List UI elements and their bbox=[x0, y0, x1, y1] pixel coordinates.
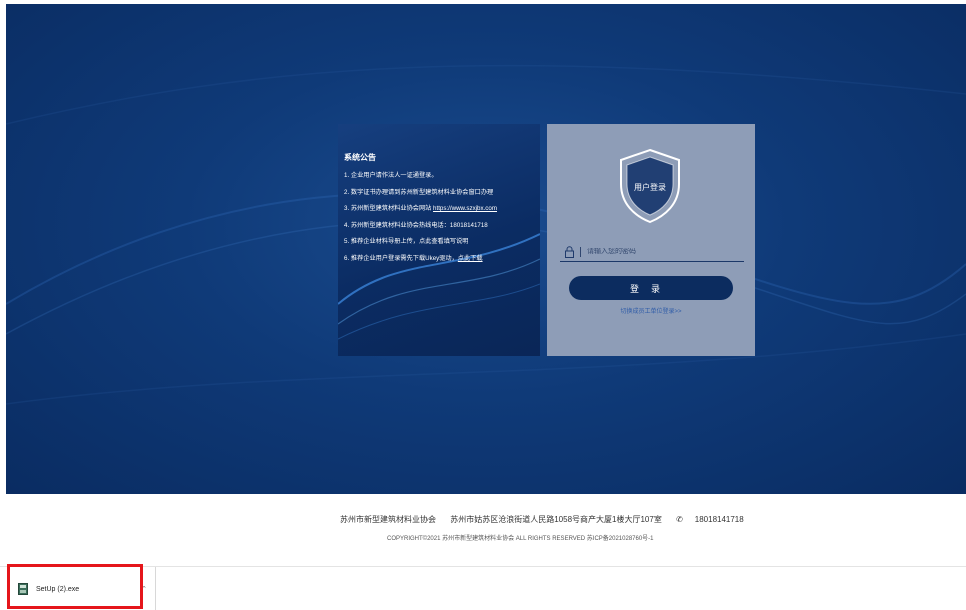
lock-icon bbox=[565, 245, 574, 258]
driver-download-link[interactable]: 点此下载 bbox=[458, 255, 483, 262]
login-title: 用户登录 bbox=[634, 183, 666, 192]
announcement-item: 4. 苏州新型建筑材料业协会热线电话：18018141718 bbox=[344, 221, 488, 229]
password-row bbox=[560, 242, 744, 262]
login-button[interactable]: 登录 bbox=[569, 276, 733, 300]
announcement-panel: 系统公告 1. 企业用户请作法人一证通登录。 2. 数字证书办理请到苏州新型建筑… bbox=[338, 124, 540, 356]
announcement-list: 1. 企业用户请作法人一证通登录。 2. 数字证书办理请到苏州新型建筑材料业协会… bbox=[344, 172, 540, 263]
login-panel: 用户登录 登录 切换成员工单位登录>> bbox=[547, 124, 755, 356]
footer-phone: ✆ 18018141718 bbox=[676, 515, 756, 524]
announcement-title: 系统公告 bbox=[344, 153, 376, 162]
announcement-item: 6. 推荐企业用户登录需先下载Ukey驱动，点此下载 bbox=[344, 255, 540, 263]
website-link[interactable]: https://www.szxjbx.com bbox=[433, 205, 497, 212]
highlight-box bbox=[7, 564, 143, 609]
footer-info: 苏州市新型建筑材料业协会 苏州市姑苏区沧浪街道人民路1058号商产大厦1楼大厅1… bbox=[340, 514, 768, 525]
footer-address: 苏州市姑苏区沧浪街道人民路1058号商产大厦1楼大厅107室 bbox=[450, 515, 662, 524]
footer-org-name: 苏州市新型建筑材料业协会 bbox=[340, 515, 436, 524]
footer-copyright: COPYRIGHT©2021 苏州市新型建筑材料业协会 ALL RIGHTS R… bbox=[387, 536, 654, 542]
announcement-item: 1. 企业用户请作法人一证通登录。 bbox=[344, 172, 438, 179]
announcement-item: 2. 数字证书办理请到苏州新型建筑材料业协会窗口办理 bbox=[344, 188, 494, 196]
announcement-item-text: 6. 推荐企业用户登录需先下载Ukey驱动， bbox=[344, 254, 458, 262]
phone-icon: ✆ bbox=[676, 515, 683, 524]
password-input[interactable] bbox=[587, 248, 737, 255]
footer-phone-number: 18018141718 bbox=[694, 515, 744, 524]
announcement-item[interactable]: 5. 推荐企业材料导册上传，点此查看填写说明 bbox=[344, 238, 540, 246]
hero-background: 系统公告 1. 企业用户请作法人一证通登录。 2. 数字证书办理请到苏州新型建筑… bbox=[6, 4, 966, 494]
input-separator bbox=[580, 246, 581, 257]
announcement-item-text: 3. 苏州新型建筑材料业协会网站 bbox=[344, 205, 434, 212]
announcement-item: 3. 苏州新型建筑材料业协会网站 https://www.szxjbx.com bbox=[344, 205, 540, 213]
switch-login-link[interactable]: 切换成员工单位登录>> bbox=[547, 306, 755, 315]
download-bar: SetUp (2).exe ⌃ bbox=[0, 566, 966, 610]
